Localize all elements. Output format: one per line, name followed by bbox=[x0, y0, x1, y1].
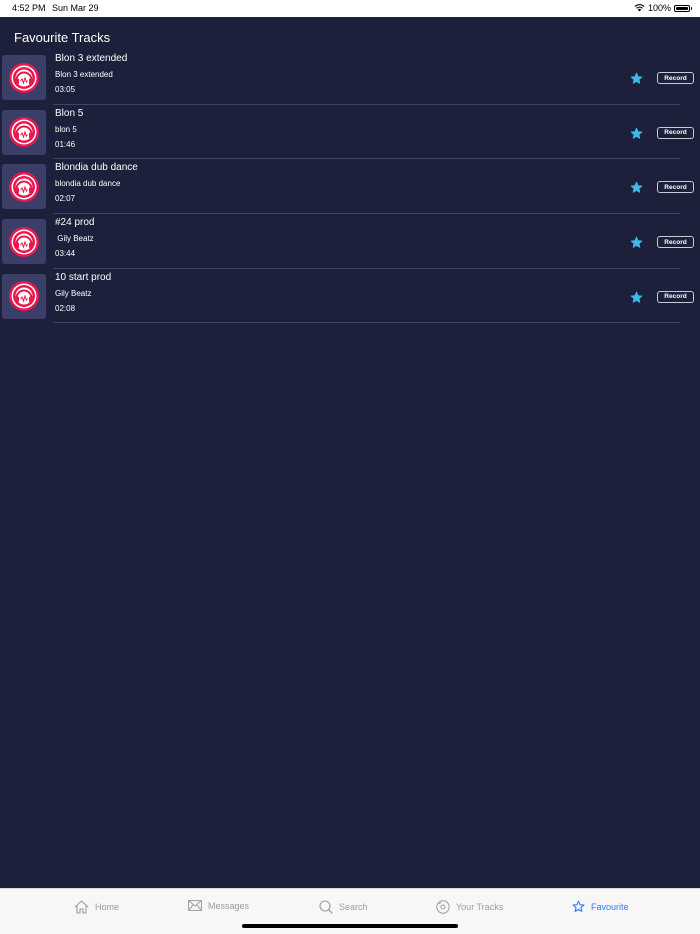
favourite-star-icon[interactable] bbox=[630, 127, 643, 140]
track-row[interactable]: Blondia dub dance blondia dub dance 02:0… bbox=[0, 159, 700, 215]
track-row[interactable]: Blon 3 extended Blon 3 extended 03:05 Re… bbox=[0, 50, 700, 105]
favourite-star-icon[interactable] bbox=[630, 236, 643, 249]
home-indicator bbox=[242, 924, 458, 928]
tab-label: Your Tracks bbox=[456, 902, 504, 912]
track-thumbnail bbox=[2, 109, 46, 155]
track-thumbnail bbox=[2, 219, 46, 265]
search-icon bbox=[319, 900, 333, 914]
track-artist: Gily Beatz bbox=[55, 234, 94, 244]
track-title: Blon 5 bbox=[55, 107, 84, 119]
record-button[interactable]: Record bbox=[657, 72, 694, 84]
track-row[interactable]: Blon 5 blon 5 01:46 Record bbox=[0, 105, 700, 160]
page-title: Favourite Tracks bbox=[14, 30, 111, 45]
track-duration: 01:46 bbox=[55, 139, 76, 149]
favourite-star-icon[interactable] bbox=[630, 291, 643, 304]
status-indicators: 100% bbox=[634, 3, 692, 13]
headphones-logo-icon bbox=[9, 171, 39, 202]
favourite-star-icon[interactable] bbox=[630, 72, 643, 85]
tab-favourite[interactable]: Favourite bbox=[572, 900, 629, 913]
track-row[interactable]: #24 prod Gily Beatz 03:44 Record bbox=[0, 214, 700, 269]
favourite-star-icon[interactable] bbox=[630, 181, 643, 194]
track-thumbnail bbox=[2, 55, 46, 100]
track-duration: 03:05 bbox=[55, 85, 76, 94]
record-button[interactable]: Record bbox=[657, 290, 694, 303]
tab-label: Home bbox=[95, 902, 120, 912]
tab-label: Favourite bbox=[591, 901, 629, 912]
track-title: Blondia dub dance bbox=[55, 162, 138, 174]
headphones-logo-icon bbox=[9, 62, 39, 93]
headphones-logo-icon bbox=[9, 117, 39, 148]
track-artist: blondia dub dance bbox=[55, 179, 121, 189]
record-button[interactable]: Record bbox=[657, 236, 694, 249]
row-divider bbox=[53, 322, 680, 324]
wifi-icon bbox=[634, 4, 645, 12]
track-title: 10 start prod bbox=[55, 271, 112, 283]
disc-icon bbox=[436, 900, 450, 914]
record-button[interactable]: Record bbox=[657, 181, 694, 194]
tab-label: Messages bbox=[208, 900, 250, 911]
track-thumbnail bbox=[2, 273, 46, 319]
track-title: #24 prod bbox=[55, 217, 95, 229]
status-date: Sun Mar 29 bbox=[52, 3, 99, 13]
home-icon bbox=[74, 900, 89, 914]
track-duration: 02:07 bbox=[55, 194, 76, 204]
favourite-track-list: Blon 3 extended Blon 3 extended 03:05 Re… bbox=[0, 50, 700, 324]
tab-home[interactable]: Home bbox=[74, 900, 119, 914]
headphones-logo-icon bbox=[9, 226, 39, 257]
tab-messages[interactable]: Messages bbox=[188, 900, 249, 911]
track-artist: blon 5 bbox=[55, 124, 77, 134]
status-bar: 4:52 PM Sun Mar 29 100% bbox=[0, 0, 700, 17]
track-thumbnail bbox=[2, 164, 46, 210]
star-outline-icon bbox=[572, 900, 585, 912]
track-artist: Blon 3 extended bbox=[55, 70, 113, 79]
track-row[interactable]: 10 start prod Gily Beatz 02:08 Record bbox=[0, 269, 700, 324]
track-artist: Gily Beatz bbox=[55, 288, 92, 298]
tab-label: Search bbox=[339, 902, 368, 912]
battery-icon bbox=[674, 4, 692, 12]
battery-percent: 100% bbox=[647, 3, 671, 13]
headphones-logo-icon bbox=[9, 281, 39, 312]
track-title: Blon 3 extended bbox=[55, 53, 128, 64]
status-time: 4:52 PM bbox=[12, 3, 46, 13]
envelope-icon bbox=[188, 900, 202, 911]
tab-your-tracks[interactable]: Your Tracks bbox=[436, 900, 503, 914]
record-button[interactable]: Record bbox=[657, 126, 694, 139]
track-duration: 03:44 bbox=[55, 249, 76, 259]
tab-search[interactable]: Search bbox=[319, 900, 368, 914]
track-duration: 02:08 bbox=[55, 303, 76, 313]
